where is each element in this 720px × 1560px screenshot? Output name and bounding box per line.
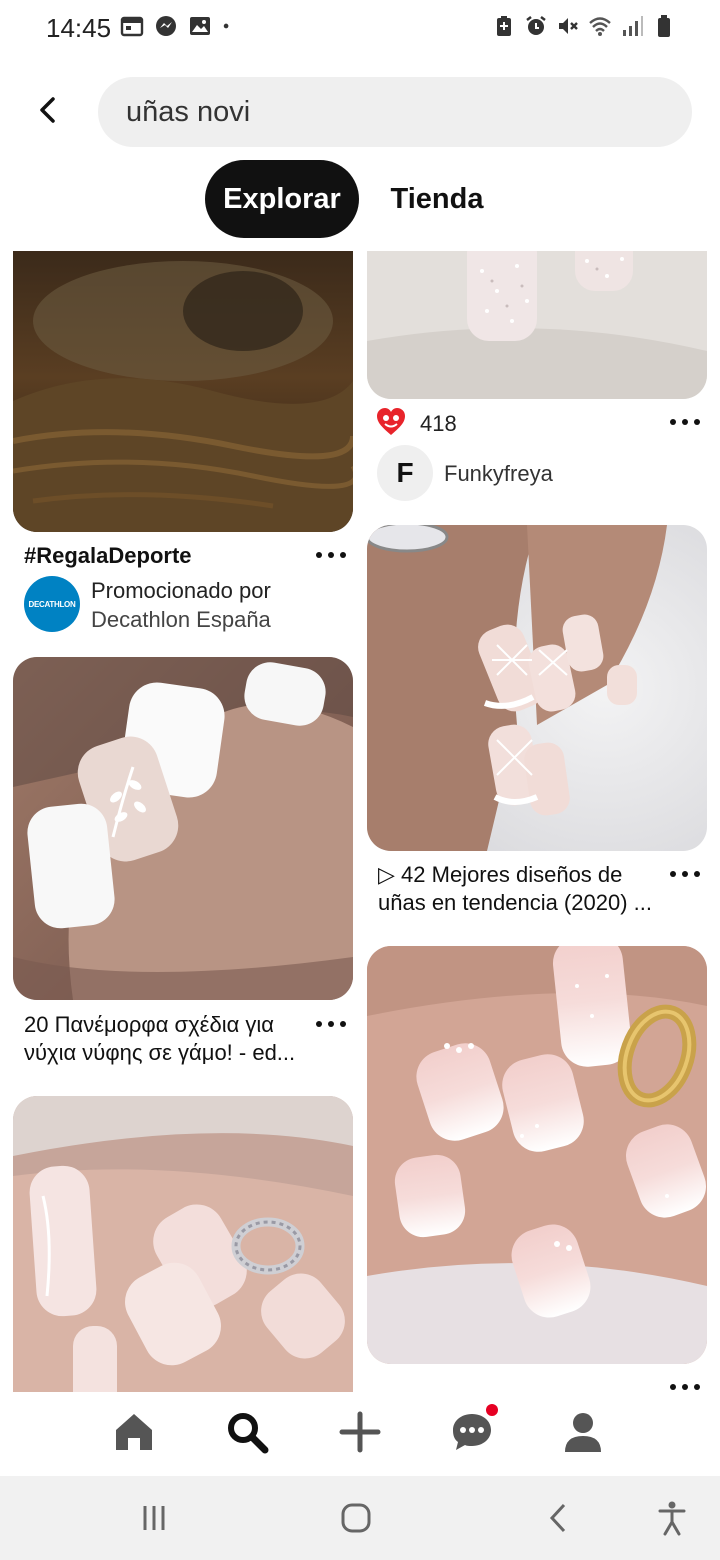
nav-messages-button[interactable]: [442, 1404, 502, 1460]
promoted-pin-image[interactable]: [13, 251, 353, 532]
pin-title-lace-line1: ▷ 42 Mejores diseños de: [378, 862, 623, 887]
status-bar: 14:45: [0, 0, 720, 56]
nav-home-button[interactable]: [104, 1404, 164, 1460]
pin-title-greek-line1: 20 Πανέμορφα σχέδια για: [24, 1012, 275, 1037]
home-icon: [116, 1414, 152, 1450]
bottom-navigation: [0, 1392, 720, 1476]
greek-pin-more-button[interactable]: [316, 1014, 346, 1034]
promoted-pin-more-button[interactable]: [316, 545, 346, 565]
glitter-pin-more-button[interactable]: [670, 412, 700, 432]
tab-tienda[interactable]: Tienda: [372, 160, 502, 238]
notification-badge: [486, 1404, 498, 1416]
nav-profile-button[interactable]: [553, 1404, 613, 1460]
home-circle-icon: [341, 1503, 371, 1533]
calendar-icon: [120, 16, 144, 37]
signal-icon: [623, 16, 643, 36]
add-icon: [339, 1411, 381, 1453]
back-arrow-icon: [40, 97, 55, 123]
recents-icon: [143, 1506, 165, 1530]
pin-image-pink-nails-ring[interactable]: [13, 1096, 353, 1392]
battery-saver-icon: [497, 16, 511, 36]
battery-icon: [658, 15, 670, 37]
heart-eyes-icon: [377, 408, 405, 435]
pin-image-glitter-nails[interactable]: [367, 251, 707, 399]
ombre-pin-more-button[interactable]: [670, 1377, 700, 1392]
wifi-icon: [589, 17, 611, 36]
pin-title-lace-line2: uñas en tendencia (2020) ...: [378, 890, 652, 915]
avatar[interactable]: F: [377, 445, 433, 501]
pin-image-lace-nails[interactable]: [367, 525, 707, 851]
decathlon-logo[interactable]: DECATHLON: [24, 576, 80, 632]
recents-button[interactable]: [134, 1498, 174, 1538]
system-back-button[interactable]: [538, 1498, 578, 1538]
pin-title-greek-line2: νύχια νύφης σε γάμο! - ed...: [24, 1040, 296, 1065]
nav-search-button[interactable]: [217, 1404, 277, 1460]
system-navigation-bar: [0, 1476, 720, 1560]
lace-pin-more-button[interactable]: [670, 864, 700, 884]
search-query-text: uñas novi: [126, 96, 251, 128]
pin-user-name[interactable]: Funkyfreya: [444, 461, 553, 487]
tab-explorar[interactable]: Explorar: [205, 160, 359, 238]
mute-icon: [559, 18, 578, 34]
advertiser-name[interactable]: Decathlon España: [91, 607, 271, 633]
pin-image-ombre-nails[interactable]: [367, 946, 707, 1364]
messenger-icon: [156, 16, 176, 36]
search-input[interactable]: uñas novi: [98, 77, 692, 147]
gallery-icon: [190, 17, 210, 35]
accessibility-icon: [658, 1501, 686, 1536]
accessibility-button[interactable]: [652, 1498, 692, 1538]
nav-create-button[interactable]: [330, 1404, 390, 1460]
pin-feed[interactable]: #RegalaDeporte DECATHLON Promocionado po…: [0, 251, 720, 1392]
profile-icon: [565, 1413, 601, 1452]
promoted-by-label: Promocionado por: [91, 578, 271, 603]
system-home-button[interactable]: [336, 1498, 376, 1538]
reaction-count: 418: [420, 411, 457, 436]
pin-image-white-nails[interactable]: [13, 657, 353, 1000]
status-time: 14:45: [46, 13, 112, 43]
alarm-icon: [526, 16, 546, 35]
promoted-pin-title: #RegalaDeporte: [24, 543, 192, 568]
back-button[interactable]: [28, 90, 68, 130]
dot-icon: [223, 23, 229, 29]
search-icon: [228, 1413, 269, 1454]
messages-icon: [453, 1414, 491, 1450]
back-icon: [549, 1503, 566, 1533]
